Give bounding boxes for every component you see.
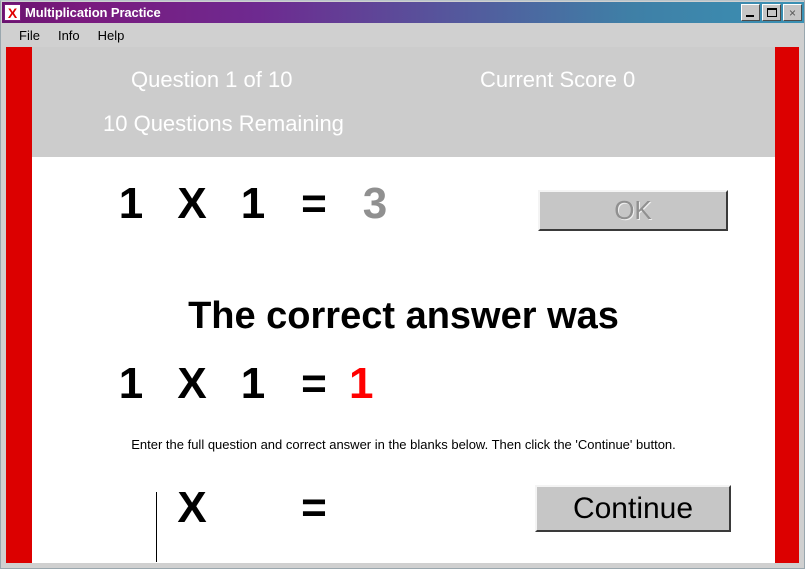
entry-times-icon: X — [177, 483, 207, 532]
window-controls: × — [741, 4, 802, 21]
continue-button[interactable]: Continue — [535, 485, 731, 532]
continue-button-label: Continue — [572, 491, 694, 525]
ok-button-label: OK — [614, 195, 652, 225]
attempted-equation: 1 X 1 = 3 — [105, 178, 401, 230]
close-button[interactable]: × — [783, 4, 802, 21]
status-header: Question 1 of 10 Current Score 0 10 Ques… — [32, 47, 775, 157]
feedback-headline: The correct answer was — [188, 295, 619, 337]
questions-remaining-label: 10 Questions Remaining — [103, 111, 344, 136]
user-answer-value: 3 — [362, 179, 388, 228]
app-icon-glyph: X — [7, 4, 18, 21]
correct-times-icon: X — [177, 359, 207, 408]
left-red-panel — [6, 47, 32, 563]
attempt-times-icon: X — [177, 179, 207, 228]
right-red-panel — [773, 47, 799, 563]
minimize-button[interactable] — [741, 4, 760, 21]
minimize-icon — [746, 15, 754, 17]
maximize-icon — [766, 8, 777, 17]
content-area: Question 1 of 10 Current Score 0 10 Ques… — [32, 47, 775, 563]
operand-a-input[interactable] — [105, 469, 157, 547]
correct-equals-icon: = — [301, 359, 327, 408]
menu-item-help[interactable]: Help — [89, 26, 134, 45]
question-progress-label: Question 1 of 10 — [131, 67, 293, 92]
ok-button[interactable]: OK — [538, 190, 728, 231]
current-score-label: Current Score 0 — [480, 67, 636, 92]
window-title: Multiplication Practice — [25, 5, 161, 20]
correct-equation: 1 X 1 = 1 — [105, 358, 401, 410]
answer-entry-row: X = — [105, 463, 401, 562]
application-window: X Multiplication Practice × File Info He… — [0, 0, 805, 569]
entry-equals-icon: = — [301, 483, 327, 532]
menu-item-info[interactable]: Info — [49, 26, 89, 45]
attempt-operand-a: 1 — [118, 179, 144, 228]
operand-b-input[interactable] — [227, 469, 279, 547]
menu-item-file[interactable]: File — [10, 26, 49, 45]
menu-bar: File Info Help — [2, 23, 804, 47]
text-caret — [156, 492, 157, 562]
correct-operand-b: 1 — [240, 359, 266, 408]
instructions-text: Enter the full question and correct answ… — [131, 437, 676, 452]
answer-input[interactable] — [349, 469, 401, 547]
title-bar: X Multiplication Practice × — [2, 2, 804, 23]
maximize-button[interactable] — [762, 4, 781, 21]
correct-operand-a: 1 — [118, 359, 144, 408]
multiplication-x-icon: X — [4, 4, 21, 21]
attempt-operand-b: 1 — [240, 179, 266, 228]
correct-answer-value: 1 — [349, 359, 374, 408]
attempt-equals-icon: = — [301, 179, 327, 228]
close-icon: × — [788, 5, 796, 20]
